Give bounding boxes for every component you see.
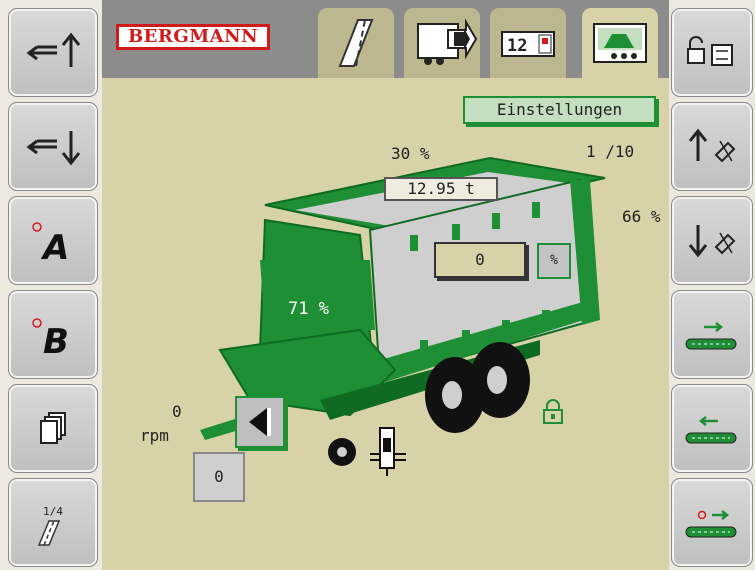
svg-text:A: A (40, 228, 69, 268)
pickup-up-button[interactable] (671, 102, 753, 191)
rpm-value: 0 (172, 402, 182, 421)
mode-b-button[interactable]: B (8, 290, 98, 379)
svg-text:B: B (43, 322, 69, 362)
sensor-icon (370, 427, 406, 476)
conveyor-reverse-icon (685, 416, 737, 444)
pickup-down-button[interactable] (671, 196, 753, 285)
conveyor-forward-button[interactable] (671, 290, 753, 379)
lock-unlock-icon (687, 36, 733, 66)
pickup-up-icon (688, 128, 736, 163)
left-sidebar: A B 1/4 (0, 0, 102, 570)
tab-counter[interactable]: 12 (490, 8, 566, 78)
back-arrow-icon (249, 408, 271, 436)
overview-tab-icon (593, 23, 647, 63)
fill-top-percent: 30 % (391, 144, 430, 163)
drawbar-up-icon (26, 32, 81, 67)
lock-icon (543, 399, 563, 424)
counter-tab-icon: 12 (501, 31, 555, 57)
conveyor-auto-button[interactable] (671, 478, 753, 567)
pages-button[interactable] (8, 384, 98, 473)
mode-a-button[interactable]: A (8, 196, 98, 285)
bottom-value-field[interactable]: 0 (193, 452, 245, 502)
pages-icon (40, 412, 66, 444)
svg-text:12: 12 (507, 36, 527, 56)
back-button[interactable] (235, 396, 285, 448)
center-value-field[interactable]: 0 (434, 242, 526, 278)
tab-road[interactable] (318, 8, 394, 78)
conveyor-auto-icon (685, 510, 737, 538)
pickup-down-icon (688, 225, 736, 258)
front-fill-percent: 71 % (288, 299, 329, 319)
weight-display: 12.95 t (384, 177, 498, 201)
brand-logo: BERGMANN (116, 24, 270, 50)
drawbar-up-button[interactable] (8, 8, 98, 97)
tab-unload[interactable] (404, 8, 480, 78)
settings-button[interactable]: Einstellungen (463, 96, 656, 124)
lock-unlock-button[interactable] (671, 8, 753, 97)
road-page-button[interactable]: 1/4 (8, 478, 98, 567)
right-sidebar (669, 0, 755, 570)
rpm-unit: rpm (140, 426, 169, 445)
load-counter: 1 /10 (586, 142, 635, 161)
unload-tab-icon (417, 18, 478, 65)
mode-b-icon: B (32, 318, 69, 362)
mode-a-icon: A (32, 222, 69, 268)
road-tab-icon (338, 19, 374, 67)
tab-overview[interactable] (582, 8, 658, 78)
conveyor-reverse-button[interactable] (671, 384, 753, 473)
drawbar-down-button[interactable] (8, 102, 98, 191)
drawbar-down-icon (26, 131, 81, 166)
road-page-icon: 1/4 (37, 505, 63, 546)
svg-text:1/4: 1/4 (43, 505, 63, 518)
percent-button[interactable]: % (537, 243, 571, 279)
conveyor-forward-icon (685, 322, 737, 350)
fill-right-percent: 66 % (622, 207, 661, 226)
